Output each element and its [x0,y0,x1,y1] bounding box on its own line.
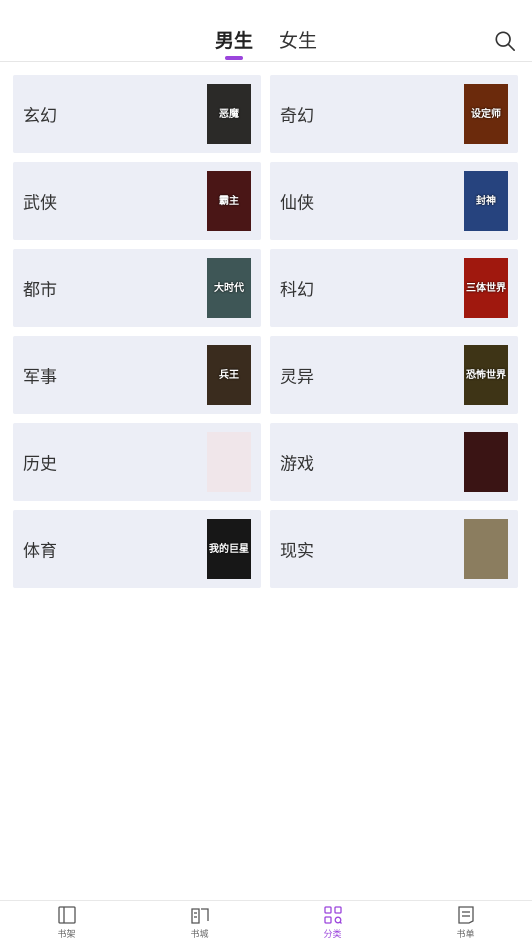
category-name: 游戏 [280,454,314,475]
category-grid: 玄幻 恶魔 奇幻 设定师武侠 霸主 仙侠 封神都市 大时代 科幻 三体世界军事 兵王 灵异 恐怖世界历史… [13,75,519,588]
nav-bookshelf[interactable]: 书架 [0,901,133,944]
nav-label: 分类 [323,930,342,940]
nav-category[interactable]: 分类 [266,901,399,944]
book-cover: 大时代 [207,258,251,318]
category-icon [323,906,342,924]
nav-bookstore[interactable]: 书城 [133,901,266,944]
book-cover-title: 封神 [476,195,496,207]
category-name: 玄幻 [23,106,57,127]
category-name: 灵异 [280,367,314,388]
category-name: 武侠 [23,193,57,214]
category-card[interactable]: 奇幻 设定师 [270,75,518,153]
category-name: 体育 [23,541,57,562]
category-card[interactable]: 灵异 恐怖世界 [270,336,518,414]
category-card[interactable]: 武侠 霸主 [13,162,261,240]
book-cover-title: 我的巨星 [209,543,249,555]
book-cover: 恐怖世界 [464,345,508,405]
book-cover: 设定师 [464,84,508,144]
nav-booklist[interactable]: 书单 [399,901,532,944]
category-card[interactable]: 都市 大时代 [13,249,261,327]
book-cover [464,519,508,579]
book-cover: 三体世界 [464,258,508,318]
category-name: 都市 [23,280,57,301]
book-cover: 霸主 [207,171,251,231]
nav-label: 书城 [190,930,209,940]
book-cover: 恶魔 [207,84,251,144]
book-cover-title: 霸主 [219,195,239,207]
book-cover: 封神 [464,171,508,231]
top-header: 男生 女生 [0,0,532,62]
tab-female[interactable]: 女生 [279,28,317,54]
category-name: 现实 [280,541,314,562]
search-icon[interactable] [494,30,516,52]
book-cover [207,432,251,492]
book-cover: 兵王 [207,345,251,405]
nav-label: 书单 [456,930,475,940]
category-card[interactable]: 仙侠 封神 [270,162,518,240]
bookstore-icon [190,908,209,924]
category-card[interactable]: 历史 [13,423,261,501]
nav-label: 书架 [57,930,76,940]
book-cover-title: 恶魔 [219,108,239,120]
category-name: 军事 [23,367,57,388]
category-card[interactable]: 游戏 [270,423,518,501]
book-cover-title: 三体世界 [466,282,506,294]
category-name: 历史 [23,454,57,475]
category-name: 奇幻 [280,106,314,127]
category-name: 仙侠 [280,193,314,214]
book-cover [464,432,508,492]
category-card[interactable]: 玄幻 恶魔 [13,75,261,153]
book-cover-title: 设定师 [471,108,501,120]
book-cover-title: 兵王 [219,369,239,381]
category-card[interactable]: 现实 [270,510,518,588]
book-cover-title: 恐怖世界 [466,369,506,381]
book-cover: 我的巨星 [207,519,251,579]
bookshelf-icon [57,906,76,924]
category-name: 科幻 [280,280,314,301]
category-card[interactable]: 科幻 三体世界 [270,249,518,327]
booklist-icon [457,906,474,924]
gender-tabs: 男生 女生 [0,28,532,54]
tab-male[interactable]: 男生 [215,28,253,54]
bottom-nav: 书架 书城 分类 书单 [0,900,532,944]
book-cover-title: 大时代 [214,282,244,294]
category-card[interactable]: 军事 兵王 [13,336,261,414]
category-card[interactable]: 体育 我的巨星 [13,510,261,588]
